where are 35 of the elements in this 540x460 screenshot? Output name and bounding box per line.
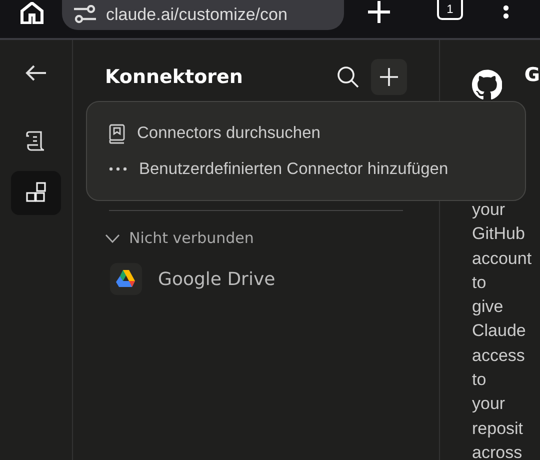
description-text: GitHub bbox=[472, 223, 526, 246]
site-settings-icon[interactable] bbox=[74, 5, 96, 25]
connector-name[interactable]: Google Drive bbox=[158, 268, 276, 290]
description-text: account bbox=[472, 248, 533, 270]
chevron-icon[interactable] bbox=[105, 234, 120, 242]
tab-count-button[interactable]: 1 bbox=[437, 0, 463, 20]
blocks-icon bbox=[25, 182, 47, 204]
description-text: across bbox=[472, 442, 524, 460]
description-text: Claude bbox=[472, 320, 527, 342]
github-logo-icon bbox=[472, 68, 502, 102]
connector-title: G bbox=[524, 64, 540, 86]
address-bar[interactable]: claude.ai/customize/con bbox=[62, 0, 344, 30]
home-icon[interactable] bbox=[20, 2, 44, 24]
book-icon bbox=[109, 124, 125, 144]
panel-title: Konnektoren bbox=[105, 66, 244, 88]
add-button[interactable] bbox=[371, 59, 407, 95]
new-tab-icon[interactable] bbox=[367, 0, 391, 24]
plus-icon bbox=[379, 67, 399, 87]
drive-logo-icon bbox=[110, 263, 142, 295]
description-text: to bbox=[472, 272, 488, 294]
ellipsis-icon bbox=[109, 167, 127, 171]
menu-item[interactable]: Benutzerdefinierten Connector hinzufügen bbox=[109, 160, 525, 178]
scroll-icon bbox=[25, 130, 47, 152]
rail-button[interactable] bbox=[11, 171, 61, 215]
back-arrow-icon[interactable] bbox=[25, 65, 47, 81]
search-icon[interactable] bbox=[337, 66, 359, 88]
section-label[interactable]: Nicht verbunden bbox=[129, 229, 254, 247]
description-text: your bbox=[472, 199, 506, 221]
description-text: reposit bbox=[472, 418, 524, 440]
menu-item[interactable]: Connectors durchsuchen bbox=[109, 124, 525, 144]
url-text: claude.ai/customize/con bbox=[106, 5, 288, 25]
description-text: give bbox=[472, 296, 504, 318]
description-text: your bbox=[472, 393, 506, 416]
description-text: to bbox=[472, 369, 488, 392]
description-text: access bbox=[472, 344, 526, 367]
